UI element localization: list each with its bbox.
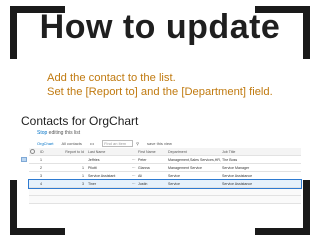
slide-title: How to update: [39, 8, 281, 46]
column-header-last-name[interactable]: Last Name: [87, 150, 131, 154]
more-options-icon[interactable]: •••: [90, 141, 94, 146]
cell-first-name[interactable]: Ali: [137, 174, 167, 178]
cell-last-name[interactable]: Pilotti: [87, 166, 131, 170]
save-view-link[interactable]: save this view: [147, 141, 172, 146]
column-header-id[interactable]: ID: [39, 150, 61, 154]
cell-first-name[interactable]: Justin: [137, 182, 167, 186]
view-orgchart[interactable]: OrgChart: [37, 141, 53, 146]
cell-job-title[interactable]: Service Manager: [221, 166, 277, 170]
cell-department[interactable]: Service: [167, 174, 221, 178]
instruction-line: Add the contact to the list.: [47, 72, 176, 84]
cell-job-title[interactable]: Service Assistance: [221, 182, 277, 186]
cell-report-to[interactable]: 1: [61, 174, 87, 178]
list-toolbar: OrgChart All contacts ••• Find an item ⚲…: [37, 139, 180, 147]
cell-job-title[interactable]: Service Assistance: [221, 174, 277, 178]
cell-id[interactable]: 3: [39, 174, 61, 178]
cell-report-to[interactable]: 3: [61, 182, 87, 186]
new-row-icon[interactable]: [21, 157, 27, 162]
column-header-report-to[interactable]: Report to Id: [61, 150, 87, 154]
cell-department[interactable]: Management Service: [167, 166, 221, 170]
cell-last-name[interactable]: Service Assistant: [87, 174, 131, 178]
table-row[interactable]: 3 1 Service Assistant ⋯ Ali Service Serv…: [29, 172, 301, 180]
instruction-line: Set the [Report to] and the [Department]…: [47, 86, 273, 98]
table-row-selected[interactable]: 4 3 Tiner ⋯ Justin Service Service Assis…: [28, 179, 302, 189]
grid-header: ID Report to Id Last Name First Name Dep…: [29, 148, 301, 156]
cell-job-title[interactable]: The Boss: [221, 158, 277, 162]
stop-word[interactable]: Stop: [37, 130, 47, 136]
empty-row[interactable]: [29, 188, 301, 196]
cell-id[interactable]: 1: [39, 158, 61, 162]
column-header-department[interactable]: Department: [167, 150, 221, 154]
cell-first-name[interactable]: Gianna: [137, 166, 167, 170]
cell-report-to[interactable]: 1: [61, 166, 87, 170]
table-row[interactable]: 1 Jeffries ⋯ Peter Management,Sales Serv…: [29, 156, 301, 164]
stop-editing-rest: editing this list: [47, 130, 81, 136]
stop-editing-link[interactable]: Stop editing this list: [37, 130, 80, 136]
cell-last-name[interactable]: Jeffries: [87, 158, 131, 162]
select-all-checkbox[interactable]: [29, 148, 39, 155]
find-item-input[interactable]: Find an item: [102, 139, 134, 147]
cell-department[interactable]: Service: [167, 182, 221, 186]
search-icon[interactable]: ⚲: [136, 141, 139, 146]
column-header-first-name[interactable]: First Name: [137, 150, 167, 154]
table-row[interactable]: 2 1 Pilotti ⋯ Gianna Management Service …: [29, 164, 301, 172]
cell-department[interactable]: Management,Sales Services,HR,Office: [167, 158, 221, 162]
contacts-grid: ID Report to Id Last Name First Name Dep…: [28, 148, 302, 204]
empty-row[interactable]: [29, 196, 301, 204]
cell-id[interactable]: 4: [39, 182, 61, 186]
cell-id[interactable]: 2: [39, 166, 61, 170]
cell-last-name[interactable]: Tiner: [87, 182, 131, 186]
checkmark-icon: [30, 148, 35, 154]
cell-first-name[interactable]: Peter: [137, 158, 167, 162]
view-all-contacts[interactable]: All contacts: [61, 141, 81, 146]
instructions: Add the contact to the list. Set the [Re…: [47, 71, 273, 99]
list-title: Contacts for OrgChart: [21, 114, 139, 128]
column-header-job-title[interactable]: Job Title: [221, 150, 277, 154]
